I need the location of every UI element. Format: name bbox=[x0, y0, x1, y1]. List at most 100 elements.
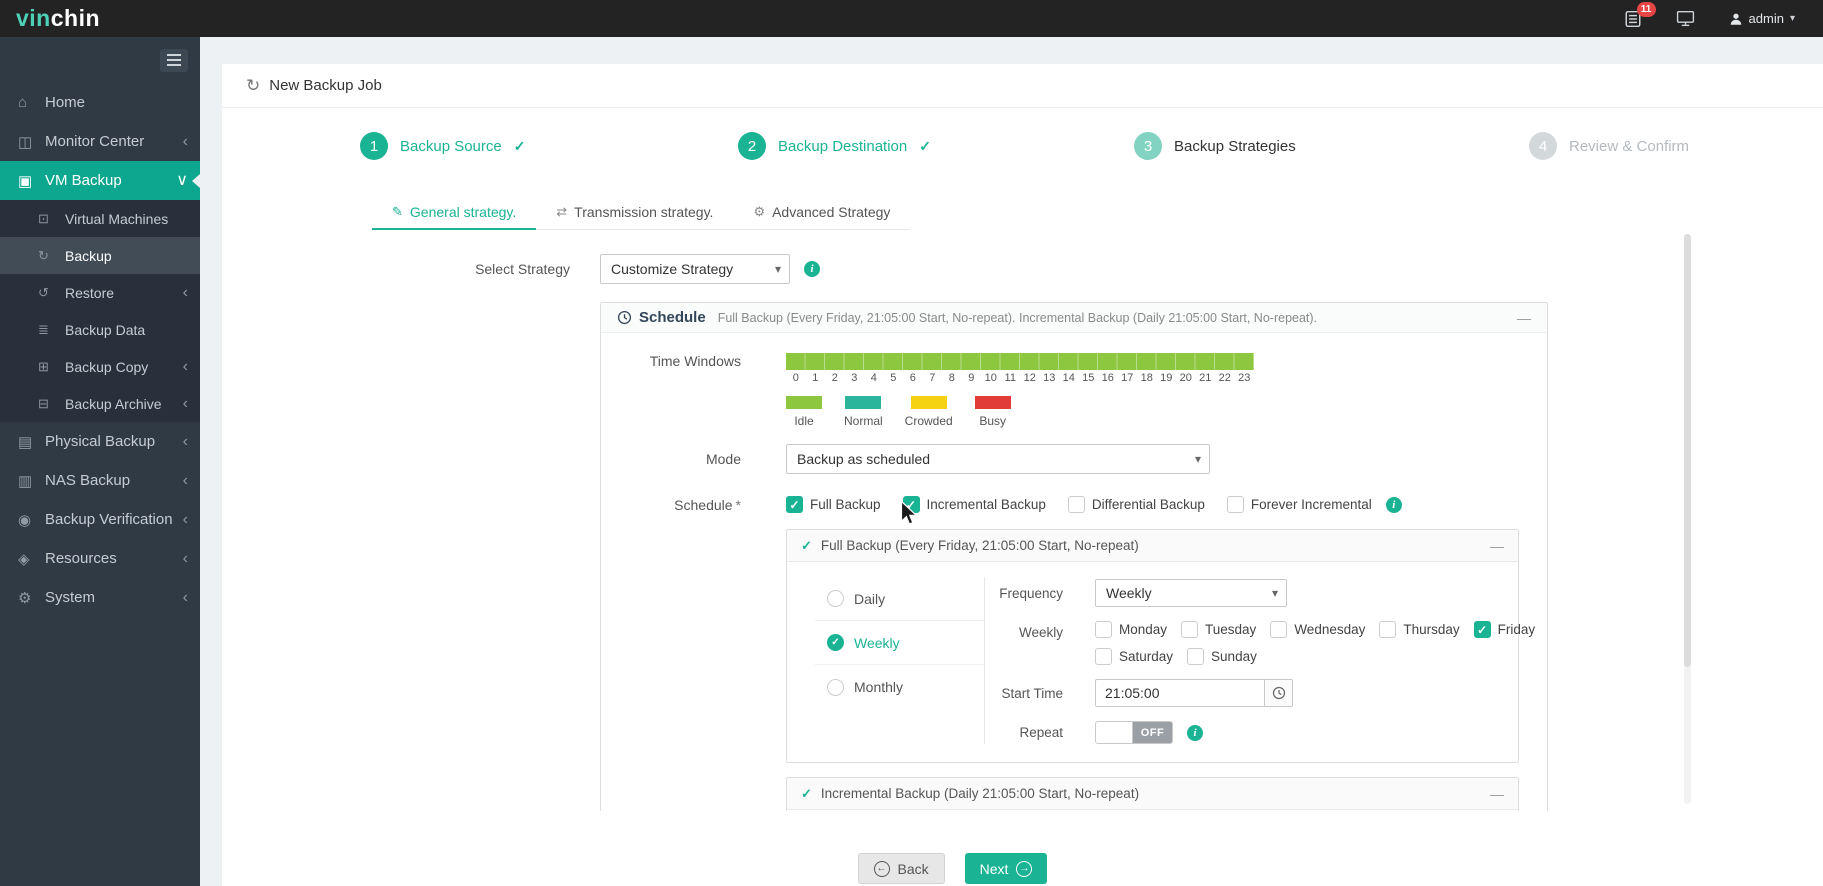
checkbox-incremental-backup[interactable]: Incremental Backup bbox=[902, 496, 1046, 513]
radio-circle[interactable] bbox=[827, 590, 844, 607]
tab-advanced-strategy[interactable]: ⚙ Advanced Strategy bbox=[733, 196, 910, 230]
checkbox-box[interactable] bbox=[1095, 648, 1112, 665]
time-windows-label: Time Windows bbox=[649, 353, 741, 369]
hour-label: 0 bbox=[792, 372, 799, 384]
radio-circle[interactable] bbox=[827, 634, 844, 651]
checkbox-forever-incremental[interactable]: Forever Incremental bbox=[1226, 496, 1372, 513]
sidebar-item-home[interactable]: ⌂ Home bbox=[0, 83, 200, 122]
checkbox-label: Incremental Backup bbox=[926, 497, 1046, 512]
hour-label: 1 bbox=[812, 372, 819, 384]
checkbox-full-backup[interactable]: Full Backup bbox=[786, 496, 881, 513]
sidebar-item-label: Backup bbox=[65, 247, 112, 264]
collapse-panel-button[interactable]: — bbox=[1517, 310, 1531, 326]
checkbox-box[interactable] bbox=[1095, 621, 1112, 638]
sidebar-item-virtual-machines[interactable]: ⊡ Virtual Machines bbox=[0, 200, 200, 237]
clock-button[interactable] bbox=[1265, 679, 1293, 707]
hour-label: 7 bbox=[929, 372, 936, 384]
checkbox-label: Differential Backup bbox=[1091, 497, 1205, 512]
checkbox-label: Friday bbox=[1497, 622, 1536, 637]
checkbox-box[interactable] bbox=[1067, 496, 1085, 513]
sidebar-item-vm-backup[interactable]: ▣ VM Backup ∨ bbox=[0, 161, 200, 200]
legend-crowded: Crowded bbox=[905, 396, 953, 428]
radio-weekly[interactable]: Weekly bbox=[815, 621, 984, 665]
sidebar: ⌂ Home ◫ Monitor Center ‹ ▣ VM Backup ∨ ⊡ Virtual… bbox=[0, 37, 200, 886]
user-menu[interactable]: admin ▾ bbox=[1729, 11, 1795, 26]
legend-label: Idle bbox=[794, 414, 814, 428]
sidebar-item-restore[interactable]: ↺ Restore ‹ bbox=[0, 274, 200, 311]
wizard-step-backup-source[interactable]: 1 Backup Source ✓ bbox=[360, 132, 525, 160]
collapse-panel-button[interactable]: — bbox=[1490, 538, 1504, 554]
checkbox-thursday[interactable]: Thursday bbox=[1379, 621, 1460, 638]
wizard-step-backup-destination[interactable]: 2 Backup Destination ✓ bbox=[738, 132, 931, 160]
notifications-button[interactable]: 11 bbox=[1624, 1, 1656, 28]
vertical-scrollbar[interactable] bbox=[1684, 234, 1691, 804]
sidebar-item-system[interactable]: ⚙ System ‹ bbox=[0, 578, 200, 617]
sidebar-item-backup[interactable]: ↻ Backup bbox=[0, 237, 200, 274]
sidebar-item-backup-verification[interactable]: ◉ Backup Verification ‹ bbox=[0, 500, 200, 539]
sidebar-item-physical-backup[interactable]: ▤ Physical Backup ‹ bbox=[0, 422, 200, 461]
chevron-left-icon: ‹ bbox=[182, 394, 188, 412]
frequency-dropdown[interactable]: Weekly bbox=[1095, 579, 1287, 607]
repeat-toggle[interactable]: OFF bbox=[1095, 721, 1173, 744]
hour-label: 12 bbox=[1023, 372, 1036, 384]
sidebar-item-resources[interactable]: ◈ Resources ‹ bbox=[0, 539, 200, 578]
checkbox-monday[interactable]: Monday bbox=[1095, 621, 1167, 638]
start-time-input[interactable] bbox=[1095, 679, 1265, 707]
sidebar-collapse-button[interactable] bbox=[160, 48, 188, 72]
tab-transmission-strategy[interactable]: ⇄ Transmission strategy. bbox=[536, 196, 733, 230]
schedule-panel-body: Time Windows 0 1 2 3 4 5 6 7 8 9 10 11 12 13 14 15 16 17 1… bbox=[601, 333, 1547, 811]
mode-dropdown[interactable]: Backup as scheduled bbox=[786, 444, 1210, 474]
info-icon[interactable] bbox=[1385, 496, 1402, 513]
checkbox-box[interactable] bbox=[1226, 496, 1244, 513]
start-time-label: Start Time bbox=[1001, 685, 1063, 701]
sidebar-item-nas-backup[interactable]: ▥ NAS Backup ‹ bbox=[0, 461, 200, 500]
sidebar-item-label: Backup Verification bbox=[45, 511, 173, 528]
incremental-backup-panel-body bbox=[787, 810, 1518, 811]
info-icon[interactable] bbox=[1187, 724, 1203, 741]
scrollbar-thumb[interactable] bbox=[1684, 234, 1691, 668]
frequency-row: Frequency Weekly bbox=[985, 579, 1555, 607]
step-label: Backup Destination bbox=[778, 137, 908, 155]
sidebar-item-backup-copy[interactable]: ⊞ Backup Copy ‹ bbox=[0, 348, 200, 385]
hour-label: 20 bbox=[1179, 372, 1192, 384]
checkbox-tuesday[interactable]: Tuesday bbox=[1181, 621, 1256, 638]
checkbox-wednesday[interactable]: Wednesday bbox=[1270, 621, 1365, 638]
hour-label: 18 bbox=[1140, 372, 1153, 384]
schedule-panel-header: Schedule Full Backup (Every Friday, 21:0… bbox=[601, 303, 1547, 333]
wizard-step-backup-strategies[interactable]: 3 Backup Strategies bbox=[1134, 132, 1296, 160]
checkbox-box[interactable] bbox=[1270, 621, 1288, 638]
schedule-panel-title: Schedule bbox=[639, 309, 706, 326]
legend-swatch bbox=[974, 396, 1011, 409]
checkbox-saturday[interactable]: Saturday bbox=[1095, 648, 1173, 665]
tab-label: Advanced Strategy bbox=[772, 204, 891, 220]
sidebar-nav: ⌂ Home ◫ Monitor Center ‹ ▣ VM Backup ∨ ⊡ Virtual… bbox=[0, 83, 200, 617]
back-button[interactable]: ← Back bbox=[857, 853, 945, 884]
checkbox-differential-backup[interactable]: Differential Backup bbox=[1067, 496, 1205, 513]
sidebar-item-backup-data[interactable]: ≣ Backup Data bbox=[0, 311, 200, 348]
radio-circle[interactable] bbox=[827, 678, 844, 696]
radio-daily[interactable]: Daily bbox=[815, 577, 984, 621]
time-window-hours: 0 1 2 3 4 5 6 7 8 9 10 11 12 13 14 15 16 17 18 19 20 21 22 23 bbox=[786, 372, 1254, 384]
next-button[interactable]: Next → bbox=[964, 853, 1048, 884]
weekday-checkboxes: Monday Tuesday Wednesday Thursday Friday Satu… bbox=[1095, 621, 1555, 665]
collapse-panel-button[interactable]: — bbox=[1490, 786, 1504, 802]
tab-general-strategy[interactable]: ✎ General strategy. bbox=[372, 196, 537, 230]
checkbox-box[interactable] bbox=[1379, 621, 1397, 638]
checkbox-box[interactable] bbox=[902, 496, 920, 513]
sidebar-item-monitor-center[interactable]: ◫ Monitor Center ‹ bbox=[0, 122, 200, 161]
select-strategy-dropdown[interactable]: Customize Strategy bbox=[600, 254, 790, 284]
form-area: Select Strategy Customize Strategy Sched… bbox=[222, 230, 1823, 811]
checkbox-box[interactable] bbox=[786, 496, 803, 513]
checkbox-friday[interactable]: Friday bbox=[1473, 621, 1536, 638]
time-window-bar[interactable] bbox=[786, 353, 1254, 370]
backup-icon: ↻ bbox=[38, 247, 49, 263]
checkbox-sunday[interactable]: Sunday bbox=[1187, 648, 1257, 665]
monitor-button[interactable] bbox=[1676, 10, 1695, 27]
sidebar-item-backup-archive[interactable]: ⊟ Backup Archive ‹ bbox=[0, 385, 200, 422]
info-icon[interactable] bbox=[804, 261, 820, 277]
main-content: ↻ New Backup Job 1 Backup Source ✓ 2 Backup … bbox=[200, 37, 1823, 886]
radio-monthly[interactable]: Monthly bbox=[815, 665, 984, 709]
checkbox-box[interactable] bbox=[1187, 648, 1205, 665]
checkbox-box[interactable] bbox=[1181, 621, 1199, 638]
checkbox-box[interactable] bbox=[1473, 621, 1491, 638]
